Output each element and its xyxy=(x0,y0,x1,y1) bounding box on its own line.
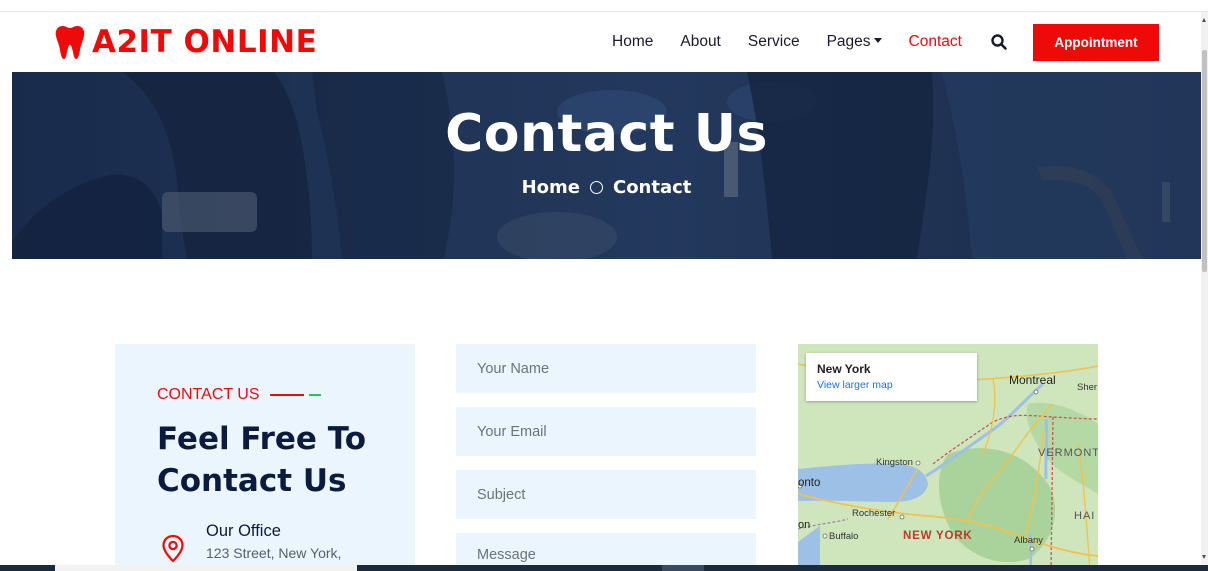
page-title: Contact Us xyxy=(445,104,768,164)
decor-line-green xyxy=(308,394,321,396)
nav-pages-dropdown[interactable]: Pages xyxy=(827,33,882,51)
email-input[interactable] xyxy=(456,407,756,456)
breadcrumb-home[interactable]: Home xyxy=(522,177,580,198)
hero-background-image xyxy=(12,72,1201,259)
nav-service[interactable]: Service xyxy=(748,33,800,51)
map-label-rochester: Rochester xyxy=(852,508,896,519)
nav-links: Home About Service Pages Contact xyxy=(612,12,989,72)
nav-about[interactable]: About xyxy=(680,33,721,51)
map-label-albany: Albany xyxy=(1014,535,1044,546)
breadcrumb: Home Contact xyxy=(12,177,1201,198)
view-larger-map-link[interactable]: View larger map xyxy=(817,379,893,391)
next-section-edge xyxy=(0,565,1208,571)
scroll-down-arrow-icon[interactable] xyxy=(1202,555,1206,559)
google-map-embed[interactable]: New York View larger map Montreal Sher V… xyxy=(798,344,1098,571)
page-scrollbar[interactable] xyxy=(1201,12,1208,565)
map-label-on: on xyxy=(798,519,811,531)
nav-home[interactable]: Home xyxy=(612,33,653,51)
section-subtitle-text: CONTACT US xyxy=(157,386,260,403)
section-heading: Feel Free To Contact Us xyxy=(157,421,367,499)
map-place-name: New York xyxy=(817,362,871,376)
breadcrumb-current: Contact xyxy=(612,177,692,198)
next-section-segment-light xyxy=(55,565,357,571)
map-label-kingston: Kingston xyxy=(876,457,913,468)
nav-pages-label: Pages xyxy=(826,33,871,50)
map-pin-icon xyxy=(162,534,184,563)
brand-name: A2IT ONLINE xyxy=(92,24,318,60)
tooth-icon xyxy=(55,26,85,59)
decor-line-red xyxy=(269,394,304,396)
office-info: Our Office 123 Street, New York, xyxy=(160,520,410,570)
office-address: 123 Street, New York, xyxy=(206,545,342,561)
search-icon[interactable] xyxy=(990,33,1008,51)
map-label-sherbrooke: Sher xyxy=(1077,382,1098,393)
map-label-hampshire: HAI xyxy=(1074,510,1096,522)
scroll-up-arrow-icon[interactable] xyxy=(1202,18,1206,22)
scrollbar-thumb[interactable] xyxy=(1202,50,1207,272)
office-title: Our Office xyxy=(206,522,281,540)
browser-top-edge xyxy=(0,0,1208,12)
next-section-segment-dark xyxy=(662,565,704,571)
map-label-new-york-state: NEW YORK xyxy=(903,530,973,542)
appointment-button[interactable]: Appointment xyxy=(1033,24,1159,61)
navbar: A2IT ONLINE Home About Service Pages Con… xyxy=(12,12,1201,72)
nav-contact[interactable]: Contact xyxy=(909,33,962,51)
map-info-card: New York View larger map xyxy=(806,353,977,401)
map-label-montreal: Montreal xyxy=(1009,373,1056,387)
map-label-toronto: onto xyxy=(798,477,821,489)
name-input[interactable] xyxy=(456,344,756,393)
brand-logo[interactable]: A2IT ONLINE xyxy=(54,22,317,62)
contact-info-card: CONTACT US Feel Free To Contact Us Our O… xyxy=(115,344,415,571)
caret-down-icon xyxy=(873,37,882,43)
map-label-vermont: VERMONT xyxy=(1038,447,1098,459)
section-subtitle: CONTACT US xyxy=(157,386,321,404)
circle-separator-icon xyxy=(589,181,603,194)
subject-input[interactable] xyxy=(456,470,756,519)
page-header-hero: Contact Us Home Contact xyxy=(12,72,1201,259)
map-label-buffalo: Buffalo xyxy=(829,531,859,542)
